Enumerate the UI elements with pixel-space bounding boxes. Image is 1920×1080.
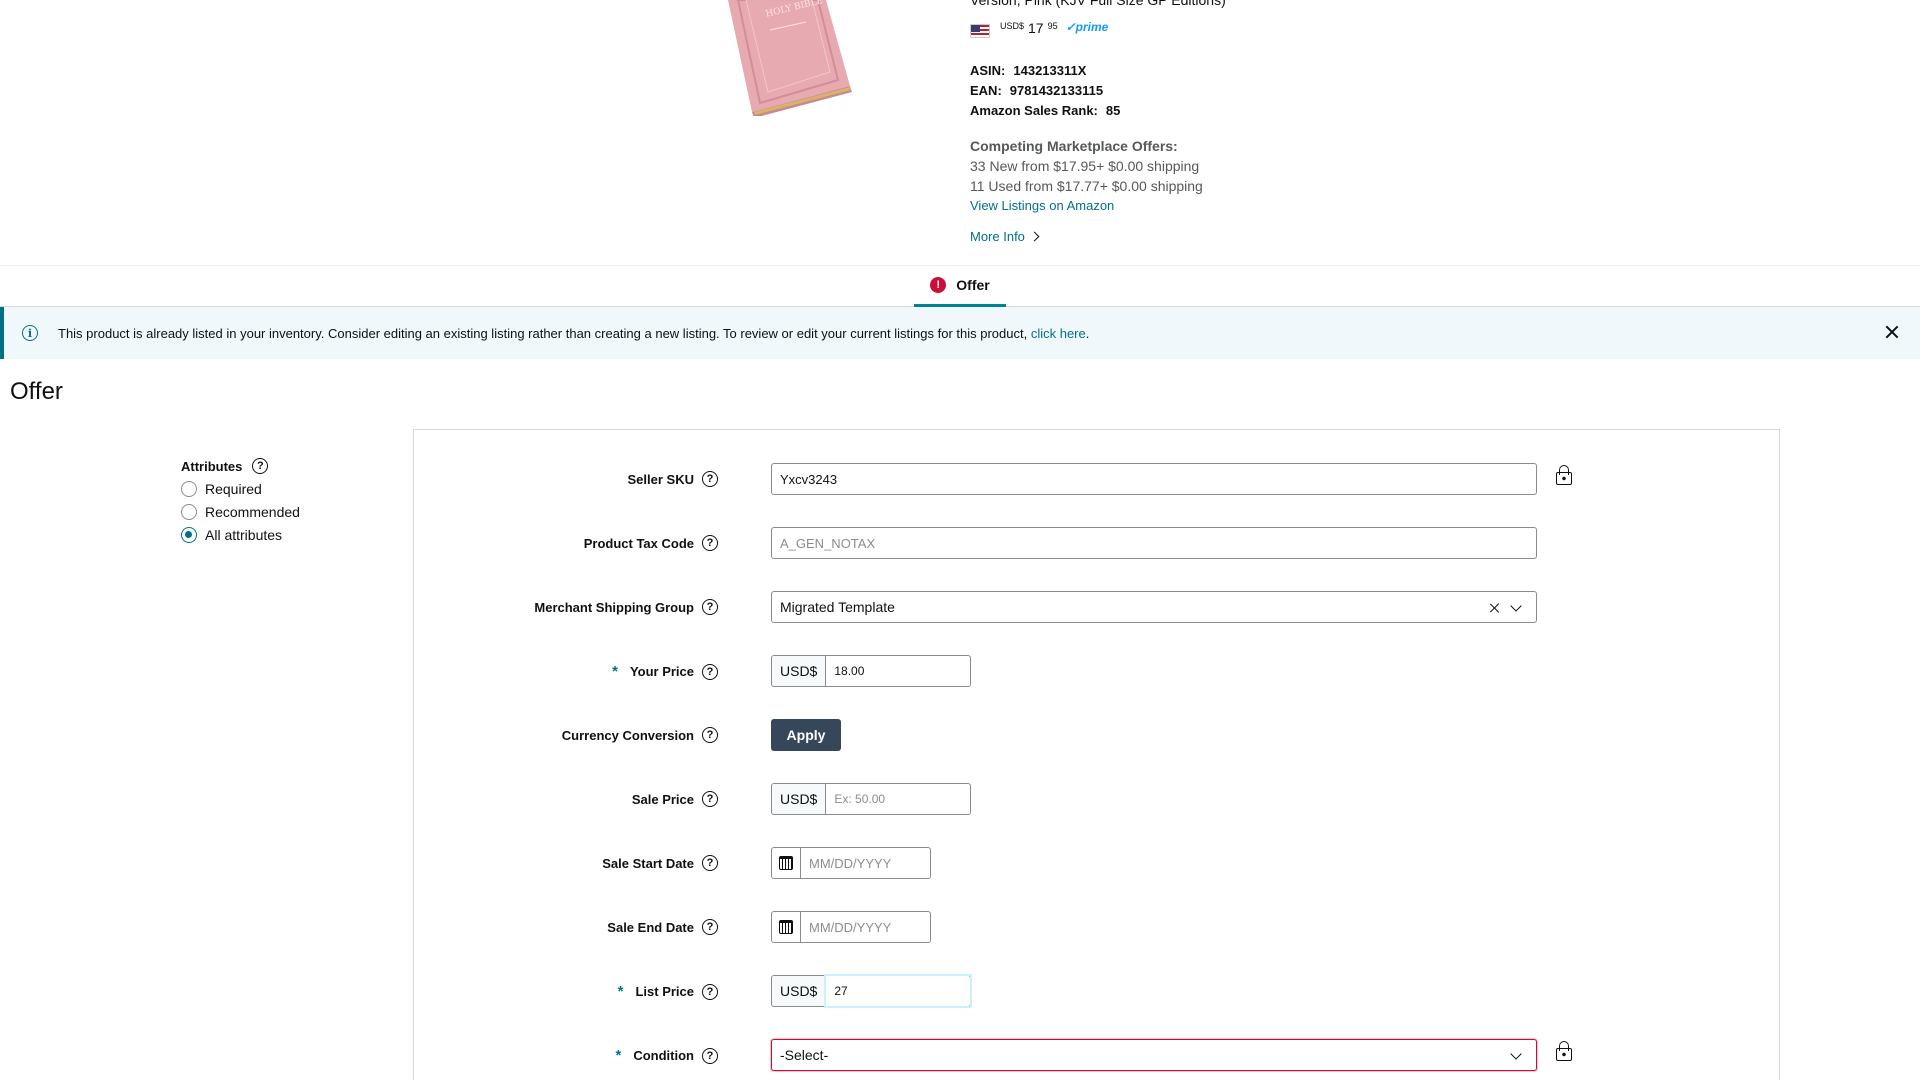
lock-icon[interactable] — [1556, 465, 1572, 485]
shipping-group-row: Merchant Shipping Group ? Migrated Templ… — [414, 591, 1781, 625]
product-price: USD$ 17 95 ✓prime — [970, 20, 1108, 38]
shipping-group-select[interactable]: Migrated Template — [771, 591, 1537, 623]
currency-addon: USD$ — [772, 976, 827, 1006]
sale-end-date-input[interactable] — [801, 912, 930, 942]
sale-end-date-label: Sale End Date — [607, 919, 694, 935]
calendar-icon[interactable] — [779, 856, 793, 870]
apply-button[interactable]: Apply — [771, 719, 841, 751]
view-listings-link[interactable]: View Listings on Amazon — [970, 198, 1114, 213]
chevron-down-icon[interactable] — [1510, 600, 1522, 612]
calendar-icon[interactable] — [779, 920, 793, 934]
help-icon[interactable]: ? — [702, 983, 718, 1000]
sales-rank-row: Amazon Sales Rank: 85 — [970, 103, 1121, 118]
shipping-group-label: Merchant Shipping Group — [534, 599, 694, 615]
sale-start-date-input[interactable] — [801, 848, 930, 878]
sale-price-label: Sale Price — [631, 791, 694, 807]
your-price-input[interactable] — [826, 656, 970, 686]
condition-label: Condition — [633, 1048, 694, 1063]
required-marker: * — [615, 1047, 622, 1064]
currency-addon: USD$ — [772, 784, 827, 814]
radio-all-attributes[interactable]: All attributes — [181, 527, 300, 543]
sale-start-date-label: Sale Start Date — [602, 855, 694, 871]
radio-button[interactable] — [181, 481, 197, 497]
help-icon[interactable]: ? — [702, 663, 718, 680]
list-price-field[interactable]: USD$ — [771, 975, 971, 1007]
help-icon[interactable]: ? — [702, 791, 718, 807]
info-alert: i This product is already listed in your… — [0, 307, 1920, 359]
close-icon[interactable] — [1884, 324, 1900, 340]
product-tax-code-row: Product Tax Code ? — [414, 527, 1781, 561]
attributes-title: Attributes — [181, 458, 243, 474]
product-title: Version, Pink (KJV Full Size GP Editions… — [970, 0, 1226, 8]
ean-row: EAN: 9781432133115 — [970, 83, 1104, 98]
required-marker: * — [612, 663, 618, 680]
currency-conversion-row: Currency Conversion ? Apply — [414, 719, 1781, 753]
more-info-link[interactable]: More Info — [970, 229, 1040, 244]
clear-icon[interactable] — [1489, 602, 1500, 613]
sale-end-date-row: Sale End Date ? — [414, 911, 1781, 945]
product-tax-code-field[interactable] — [771, 527, 1537, 559]
click-here-link[interactable]: click here — [1031, 326, 1086, 341]
page-title: Offer — [10, 378, 63, 405]
error-icon: ! — [930, 277, 947, 293]
lock-icon[interactable] — [1556, 1041, 1572, 1061]
product-tax-code-label: Product Tax Code — [583, 535, 694, 551]
prime-badge: ✓prime — [1065, 20, 1109, 34]
your-price-label: Your Price — [629, 664, 694, 679]
sale-start-date-field[interactable] — [771, 847, 931, 879]
tab-offer[interactable]: ! Offer — [914, 266, 1006, 308]
radio-required[interactable]: Required — [181, 481, 300, 497]
radio-button[interactable] — [181, 504, 197, 520]
condition-select[interactable]: -Select- — [771, 1039, 1537, 1071]
seller-sku-row: Seller SKU ? — [414, 463, 1781, 497]
asin-row: ASIN: 143213311X — [970, 63, 1087, 78]
currency-addon: USD$ — [772, 656, 827, 686]
required-marker: * — [617, 983, 624, 1000]
your-price-field[interactable]: USD$ — [771, 655, 971, 687]
list-price-input[interactable] — [826, 976, 970, 1006]
us-flag-icon — [970, 24, 990, 38]
offer-form-card: Seller SKU ? Product Tax Code ? Merchant… — [413, 429, 1780, 1080]
seller-sku-field[interactable] — [771, 463, 1537, 495]
product-image: HOLY BIBLE — [728, 0, 852, 116]
alert-text: This product is already listed in your i… — [58, 325, 1090, 341]
seller-sku-label: Seller SKU — [627, 471, 694, 487]
condition-row: * Condition ? -Select- — [414, 1039, 1781, 1073]
sale-price-row: Sale Price ? USD$ — [414, 783, 1781, 817]
your-price-row: * Your Price ? USD$ — [414, 655, 1781, 689]
radio-recommended[interactable]: Recommended — [181, 504, 300, 520]
info-icon: i — [22, 325, 38, 341]
competing-offers-heading: Competing Marketplace Offers: — [970, 138, 1178, 154]
list-price-row: * List Price ? USD$ — [414, 975, 1781, 1009]
help-icon[interactable]: ? — [702, 727, 718, 743]
sale-end-date-field[interactable] — [771, 911, 931, 943]
attributes-filter: Attributes ? Required Recommended All at… — [181, 458, 300, 543]
sale-start-date-row: Sale Start Date ? — [414, 847, 1781, 881]
sale-price-field[interactable]: USD$ — [771, 783, 971, 815]
currency-conversion-label: Currency Conversion — [561, 727, 694, 743]
help-icon[interactable]: ? — [702, 919, 718, 935]
product-tax-code-input[interactable] — [772, 528, 1536, 558]
help-icon[interactable]: ? — [702, 471, 718, 487]
sale-price-input[interactable] — [826, 784, 970, 814]
radio-button-selected[interactable] — [181, 527, 197, 543]
used-offers: 11 Used from $17.77+ $0.00 shipping — [970, 178, 1203, 194]
chevron-right-icon — [1029, 231, 1040, 242]
list-price-label: List Price — [635, 984, 694, 999]
seller-sku-input[interactable] — [772, 464, 1536, 494]
new-offers: 33 New from $17.95+ $0.00 shipping — [970, 158, 1200, 174]
chevron-down-icon[interactable] — [1510, 1048, 1522, 1060]
help-icon[interactable]: ? — [702, 1047, 718, 1064]
help-icon[interactable]: ? — [252, 458, 269, 474]
help-icon[interactable]: ? — [702, 855, 718, 871]
help-icon[interactable]: ? — [702, 599, 718, 615]
help-icon[interactable]: ? — [702, 535, 718, 551]
tab-bar: ! Offer — [0, 265, 1920, 308]
